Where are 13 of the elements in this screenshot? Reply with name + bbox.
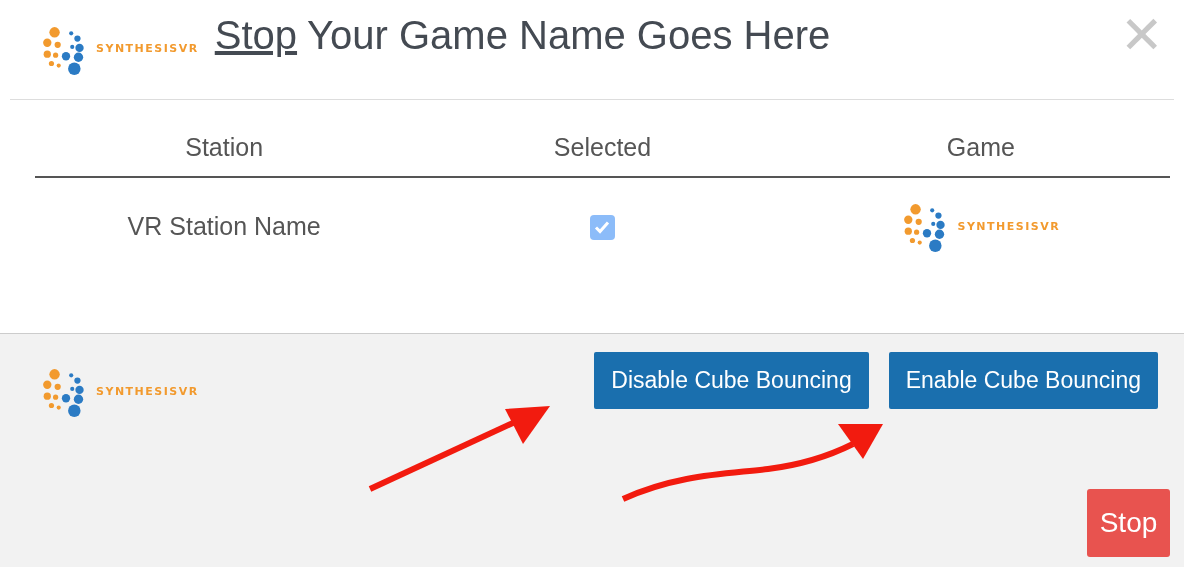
logo-wordmark: SYNTHESISVR (957, 218, 1061, 235)
logo-wordmark: SYNTHESISVR (96, 383, 199, 400)
dialog-title: Your Game Name Goes Here (307, 11, 831, 59)
logo-wordmark: SYNTHESISVR (96, 41, 199, 58)
column-header: Game (946, 131, 1015, 163)
action-button[interactable]: Enable Cube Bouncing (888, 352, 1158, 409)
action-button[interactable]: Disable Cube Bouncing (594, 352, 869, 409)
station-name: VR Station Name (127, 211, 321, 243)
selected-checkbox[interactable] (590, 214, 615, 240)
column-header: Station (185, 131, 264, 163)
stop-button[interactable]: Stop (1087, 489, 1170, 557)
stop-link[interactable]: Stop (214, 4, 298, 65)
column-header: Selected (553, 131, 652, 163)
